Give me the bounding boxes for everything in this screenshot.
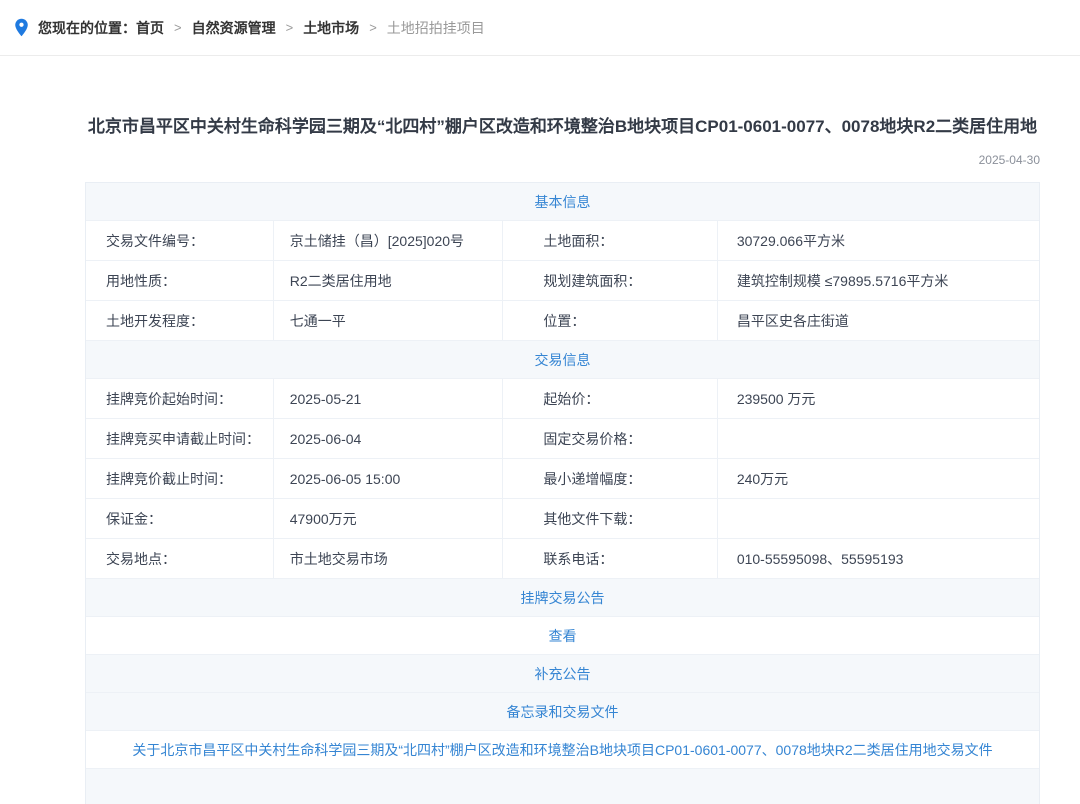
breadcrumb-item-land-market[interactable]: 土地市场 bbox=[303, 18, 359, 38]
section-title: 挂牌交易公告 bbox=[521, 588, 605, 608]
breadcrumb-item-home[interactable]: 首页 bbox=[136, 18, 164, 38]
field-label: 起始价： bbox=[503, 379, 717, 418]
field-label: 交易地点： bbox=[86, 539, 274, 578]
field-value: 30729.066平方米 bbox=[718, 221, 1039, 260]
table-row: 挂牌竞买申请截止时间： 2025-06-04 固定交易价格： bbox=[86, 419, 1039, 459]
section-title: 备忘录和交易文件 bbox=[507, 702, 619, 722]
field-label: 保证金： bbox=[86, 499, 274, 538]
field-label: 挂牌竞价截止时间： bbox=[86, 459, 274, 498]
field-label: 挂牌竞买申请截止时间： bbox=[86, 419, 274, 458]
table-row: 土地开发程度： 七通一平 位置： 昌平区史各庄街道 bbox=[86, 301, 1039, 341]
transaction-file-link-row: 关于北京市昌平区中关村生命科学园三期及“北四村”棚户区改造和环境整治B地块项目C… bbox=[86, 731, 1039, 769]
table-row: 保证金： 47900万元 其他文件下载： bbox=[86, 499, 1039, 539]
section-header-listing-announcement: 挂牌交易公告 bbox=[86, 579, 1039, 617]
section-header-memo-documents: 备忘录和交易文件 bbox=[86, 693, 1039, 731]
table-row: 交易文件编号： 京土储挂（昌）[2025]020号 土地面积： 30729.06… bbox=[86, 221, 1039, 261]
field-label: 土地面积： bbox=[503, 221, 717, 260]
field-value bbox=[718, 419, 1039, 458]
breadcrumb-prefix: 您现在的位置： bbox=[38, 18, 136, 38]
field-value: 47900万元 bbox=[274, 499, 504, 538]
section-title: 交易信息 bbox=[535, 350, 591, 370]
field-value: 239500 万元 bbox=[718, 379, 1039, 418]
section-title: 补充公告 bbox=[535, 664, 591, 684]
page-title: 北京市昌平区中关村生命科学园三期及“北四村”棚户区改造和环境整治B地块项目CP0… bbox=[85, 114, 1040, 139]
breadcrumb-separator: > bbox=[369, 20, 377, 35]
field-value: 七通一平 bbox=[274, 301, 504, 340]
field-value: R2二类居住用地 bbox=[274, 261, 504, 300]
field-value: 2025-06-04 bbox=[274, 419, 504, 458]
field-value: 240万元 bbox=[718, 459, 1039, 498]
table-row: 挂牌竞价起始时间： 2025-05-21 起始价： 239500 万元 bbox=[86, 379, 1039, 419]
field-value: 2025-06-05 15:00 bbox=[274, 459, 504, 498]
breadcrumb-item-current: 土地招拍挂项目 bbox=[387, 18, 485, 38]
field-value bbox=[718, 499, 1039, 538]
breadcrumb: 您现在的位置： 首页 > 自然资源管理 > 土地市场 > 土地招拍挂项目 bbox=[14, 18, 485, 38]
field-label: 联系电话： bbox=[503, 539, 717, 578]
field-label: 挂牌竞价起始时间： bbox=[86, 379, 274, 418]
field-label: 其他文件下载： bbox=[503, 499, 717, 538]
field-label: 用地性质： bbox=[86, 261, 274, 300]
breadcrumb-separator: > bbox=[174, 20, 182, 35]
table-row: 用地性质： R2二类居住用地 规划建筑面积： 建筑控制规模 ≤79895.571… bbox=[86, 261, 1039, 301]
table-row: 挂牌竞价截止时间： 2025-06-05 15:00 最小递增幅度： 240万元 bbox=[86, 459, 1039, 499]
field-label: 土地开发程度： bbox=[86, 301, 274, 340]
field-value: 京土储挂（昌）[2025]020号 bbox=[274, 221, 504, 260]
section-header-supplement-announcement: 补充公告 bbox=[86, 655, 1039, 693]
section-header-trade-info: 交易信息 bbox=[86, 341, 1039, 379]
field-label: 交易文件编号： bbox=[86, 221, 274, 260]
section-header-clipped bbox=[86, 769, 1039, 804]
content-area: 北京市昌平区中关村生命科学园三期及“北四村”棚户区改造和环境整治B地块项目CP0… bbox=[85, 114, 1040, 804]
view-link-row: 查看 bbox=[86, 617, 1039, 655]
land-info-table: 基本信息 交易文件编号： 京土储挂（昌）[2025]020号 土地面积： 307… bbox=[85, 182, 1040, 804]
field-label: 固定交易价格： bbox=[503, 419, 717, 458]
field-label: 规划建筑面积： bbox=[503, 261, 717, 300]
publish-date: 2025-04-30 bbox=[85, 153, 1040, 167]
location-pin-icon bbox=[14, 18, 29, 37]
field-value: 昌平区史各庄街道 bbox=[718, 301, 1039, 340]
view-link[interactable]: 查看 bbox=[549, 626, 577, 646]
field-value: 市土地交易市场 bbox=[274, 539, 504, 578]
field-value: 2025-05-21 bbox=[274, 379, 504, 418]
section-header-basic-info: 基本信息 bbox=[86, 183, 1039, 221]
field-label: 位置： bbox=[503, 301, 717, 340]
field-value: 建筑控制规模 ≤79895.5716平方米 bbox=[718, 261, 1039, 300]
table-row: 交易地点： 市土地交易市场 联系电话： 010-55595098、5559519… bbox=[86, 539, 1039, 579]
section-title: 基本信息 bbox=[535, 192, 591, 212]
breadcrumb-item-natural-resources[interactable]: 自然资源管理 bbox=[192, 18, 276, 38]
breadcrumb-separator: > bbox=[286, 20, 294, 35]
field-value: 010-55595098、55595193 bbox=[718, 539, 1039, 578]
transaction-file-link[interactable]: 关于北京市昌平区中关村生命科学园三期及“北四村”棚户区改造和环境整治B地块项目C… bbox=[132, 740, 992, 760]
breadcrumb-bar: 您现在的位置： 首页 > 自然资源管理 > 土地市场 > 土地招拍挂项目 bbox=[0, 0, 1080, 56]
field-label: 最小递增幅度： bbox=[503, 459, 717, 498]
